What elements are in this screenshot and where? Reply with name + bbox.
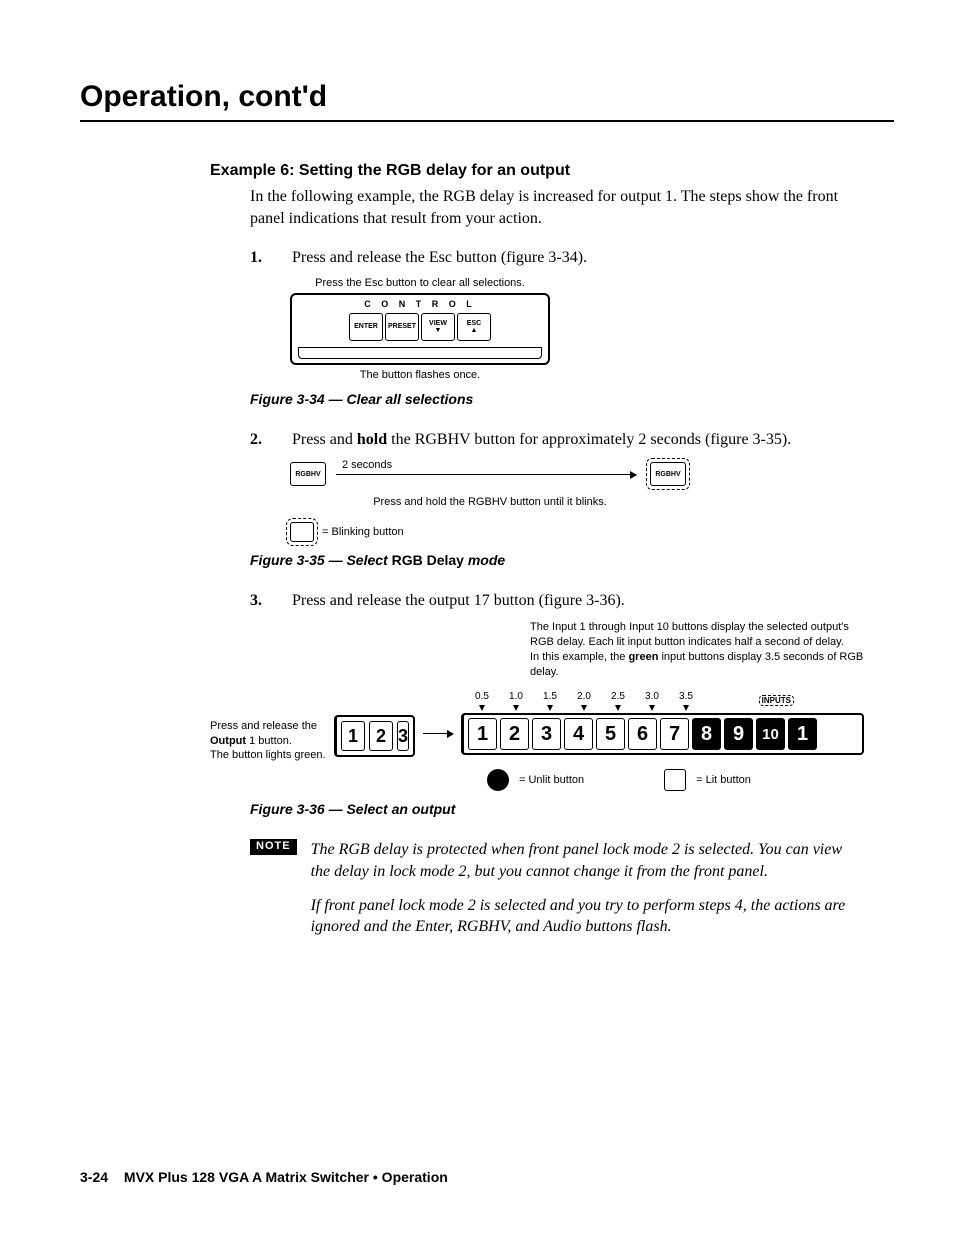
output-btn-1: 1 — [341, 721, 365, 751]
preset-label: PRESET — [388, 323, 416, 330]
fig35-arrow-bar: 2 seconds — [336, 474, 636, 475]
fig35-caption-pre: Figure 3-35 — Select — [250, 552, 392, 568]
preset-button: PRESET — [385, 313, 419, 341]
unlit-swatch-icon — [487, 769, 509, 791]
step-2-post: the RGBHV button for approximately 2 sec… — [387, 431, 791, 448]
lit-legend-text: = Lit button — [696, 774, 751, 786]
fig36-caption: Figure 3-36 — Select an output — [250, 801, 894, 817]
fig36-left-2: Output 1 button. — [210, 734, 326, 748]
fig35-caption: Figure 3-35 — Select RGB Delay mode — [250, 552, 894, 568]
section-heading: Example 6: Setting the RGB delay for an … — [210, 162, 894, 180]
input-btn-3: 3 — [532, 718, 561, 750]
fig36-left-1: Press and release the — [210, 719, 326, 733]
blink-legend-text: = Blinking button — [322, 526, 404, 538]
page-footer: 3-24 MVX Plus 128 VGA A Matrix Switcher … — [80, 1169, 448, 1185]
rgbhv-button-blink: RGBHV — [650, 462, 686, 486]
blink-legend-icon — [290, 522, 314, 542]
input-btn-9: 9 — [724, 718, 753, 750]
output-btn-2: 2 — [369, 721, 393, 751]
fig36-left2-bold: Output — [210, 735, 246, 747]
fig36-upper2-bold: green — [628, 651, 658, 663]
input-btn-6: 6 — [628, 718, 657, 750]
fig36-upper-2: In this example, the green input buttons… — [530, 650, 864, 680]
tick-1.5: 1.5 — [533, 691, 567, 713]
input-btn-2: 2 — [500, 718, 529, 750]
input-btn-8: 8 — [692, 718, 721, 750]
input-panel: 0.5 1.0 1.5 2.0 2.5 3.0 3.5 INPUTS 12345… — [461, 691, 864, 791]
note-text: The RGB delay is protected when front pa… — [311, 839, 854, 949]
fig35-caption-post: mode — [464, 552, 505, 568]
input-btn-4: 4 — [564, 718, 593, 750]
up-arrow-icon: ▲ — [471, 327, 478, 334]
fig35-two-seconds: 2 seconds — [342, 459, 392, 471]
figure-3-36: The Input 1 through Input 10 buttons dis… — [210, 620, 864, 791]
step-3-text: Press and release the output 17 button (… — [292, 590, 854, 612]
step-2-pre: Press and — [292, 431, 357, 448]
fig35-legend: = Blinking button — [290, 522, 690, 542]
note-p2: If front panel lock mode 2 is selected a… — [311, 895, 854, 938]
input-btn-1: 1 — [788, 718, 817, 750]
input-btn-10: 10 — [756, 718, 785, 750]
input-btn-1: 1 — [468, 718, 497, 750]
output-panel: 1 2 3 — [334, 715, 415, 757]
step-2-bold: hold — [357, 431, 387, 448]
rgbhv-button-start: RGBHV — [290, 462, 326, 486]
enter-label: ENTER — [354, 323, 378, 330]
step-2-text: Press and hold the RGBHV button for appr… — [292, 429, 854, 451]
page-title: Operation, cont'd — [80, 80, 894, 122]
fig36-upper-1: The Input 1 through Input 10 buttons dis… — [530, 620, 864, 650]
tick-1.0: 1.0 — [499, 691, 533, 713]
fig36-arrow — [423, 733, 453, 734]
inputs-label: INPUTS — [759, 695, 794, 706]
tick-0.5: 0.5 — [465, 691, 499, 713]
fig34-caption: Figure 3-34 — Clear all selections — [250, 391, 894, 407]
step-3-number: 3. — [250, 590, 292, 612]
tick-row: 0.5 1.0 1.5 2.0 2.5 3.0 3.5 INPUTS — [465, 691, 864, 713]
fig35-under-label: Press and hold the RGBHV button until it… — [290, 496, 690, 508]
tick-2.0: 2.0 — [567, 691, 601, 713]
input-btn-5: 5 — [596, 718, 625, 750]
step-2: 2. Press and hold the RGBHV button for a… — [250, 429, 854, 451]
step-1: 1. Press and release the Esc button (fig… — [250, 247, 854, 269]
fig36-left-labels: Press and release the Output 1 button. T… — [210, 691, 326, 762]
view-label: VIEW — [429, 320, 447, 327]
fig34-control-word: C O N T R O L — [292, 297, 548, 311]
fig36-upper-text: The Input 1 through Input 10 buttons dis… — [530, 620, 864, 679]
lit-swatch-icon — [664, 769, 686, 791]
enter-button: ENTER — [349, 313, 383, 341]
fig36-legend: = Unlit button = Lit button — [487, 769, 864, 791]
tick-3.5: 3.5 — [669, 691, 703, 713]
fig36-left2-post: 1 button. — [246, 735, 292, 747]
page-number: 3-24 — [80, 1169, 108, 1185]
tick-3.0: 3.0 — [635, 691, 669, 713]
esc-button: ESC▲ — [457, 313, 491, 341]
step-3: 3. Press and release the output 17 butto… — [250, 590, 854, 612]
fig34-top-label: Press the Esc button to clear all select… — [290, 277, 550, 289]
fig36-left-3: The button lights green. — [210, 748, 326, 762]
note-badge: NOTE — [250, 839, 297, 855]
step-1-text: Press and release the Esc button (figure… — [292, 247, 854, 269]
fig35-caption-bold: RGB Delay — [392, 552, 464, 568]
esc-label: ESC — [467, 320, 481, 327]
figure-3-35: RGBHV 2 seconds RGBHV Press and hold the… — [290, 458, 690, 542]
blinking-indicator: RGBHV — [646, 458, 690, 490]
fig34-bottom-label: The button flashes once. — [290, 369, 550, 381]
note-p1: The RGB delay is protected when front pa… — [311, 839, 854, 882]
fig36-upper2-pre: In this example, the — [530, 651, 628, 663]
note-block: NOTE The RGB delay is protected when fro… — [250, 839, 854, 949]
intro-paragraph: In the following example, the RGB delay … — [250, 186, 854, 229]
input-buttons-frame: 123456789101 — [461, 713, 864, 755]
step-1-number: 1. — [250, 247, 292, 269]
unlit-legend-text: = Unlit button — [519, 774, 584, 786]
down-arrow-icon: ▼ — [435, 327, 442, 334]
fig34-shelf — [298, 347, 542, 359]
figure-3-34: Press the Esc button to clear all select… — [290, 277, 550, 381]
input-btn-7: 7 — [660, 718, 689, 750]
fig34-control-panel: C O N T R O L ENTER PRESET VIEW▼ ESC▲ — [290, 293, 550, 365]
output-btn-3: 3 — [397, 721, 409, 751]
step-2-number: 2. — [250, 429, 292, 451]
view-button: VIEW▼ — [421, 313, 455, 341]
tick-2.5: 2.5 — [601, 691, 635, 713]
footer-title: MVX Plus 128 VGA A Matrix Switcher • Ope… — [124, 1169, 448, 1185]
